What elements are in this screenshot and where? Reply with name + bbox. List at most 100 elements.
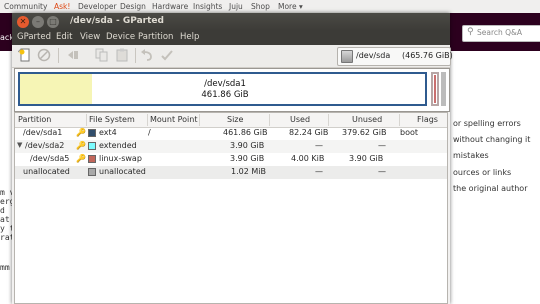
cell-used: 82.24 GiB (289, 128, 329, 137)
nav-shop[interactable]: Shop (251, 2, 270, 11)
nav-design[interactable]: Design (120, 2, 146, 11)
nav-community[interactable]: Community (4, 2, 47, 11)
cell-partition: unallocated (23, 167, 70, 176)
right-text-line: without changing it (453, 135, 531, 144)
cell-unused: — (378, 141, 386, 150)
partition-map-label: /dev/sda1 461.86 GiB (195, 79, 255, 101)
nav-insights[interactable]: Insights (193, 2, 222, 11)
device-size: (465.76 GiB) (402, 51, 453, 60)
cell-filesystem: linux-swap (99, 154, 142, 163)
partition-map-unallocated[interactable] (441, 72, 446, 106)
partition-map-swap[interactable] (434, 75, 436, 103)
menu-view[interactable]: View (80, 32, 100, 42)
left-text-line: y t (0, 224, 12, 233)
table-row[interactable]: /dev/sda5 🔑 linux-swap 3.90 GiB 4.00 KiB… (15, 153, 447, 166)
key-icon: 🔑 (76, 141, 86, 150)
cell-size: 1.02 MiB (231, 167, 266, 176)
table-row[interactable]: /dev/sda1 🔑 ext4 / 461.86 GiB 82.24 GiB … (15, 127, 447, 140)
search-input[interactable]: ⚲ Search Q&A (462, 25, 540, 42)
partition-map-name: /dev/sda1 (204, 79, 246, 89)
left-text-line: m v (0, 188, 12, 197)
menu-gparted[interactable]: GParted (17, 32, 51, 42)
disk-icon (341, 50, 353, 63)
cell-partition: /dev/sda5 (30, 154, 70, 163)
left-text-line: d (0, 206, 5, 215)
cell-size: 461.86 GiB (223, 128, 268, 137)
right-text-line: or spelling errors (453, 119, 521, 128)
fs-color-swatch (88, 168, 96, 176)
column-divider (328, 114, 329, 126)
partition-map-size: 461.86 GiB (201, 90, 249, 100)
cell-unused: — (378, 167, 386, 176)
toolbar-separator (58, 48, 59, 63)
cell-used: — (315, 141, 323, 150)
cell-partition: /dev/sda2 (25, 141, 65, 150)
column-header-mountpoint[interactable]: Mount Point (150, 115, 197, 124)
column-header-used[interactable]: Used (290, 115, 310, 124)
partition-map-extended[interactable] (431, 72, 439, 106)
partition-map: /dev/sda1 461.86 GiB (14, 68, 450, 112)
paste-icon[interactable] (115, 48, 129, 62)
cell-used: — (315, 167, 323, 176)
left-text-line: rat (0, 233, 12, 242)
used-space-bar (20, 74, 92, 104)
nav-more[interactable]: More ▾ (278, 2, 303, 11)
left-text-line: mm (0, 263, 10, 272)
column-header-partition[interactable]: Partition (18, 115, 51, 124)
nav-developer[interactable]: Developer (78, 2, 117, 11)
page-left-content: m v erg d at y t rat mm (0, 51, 12, 304)
cell-partition: /dev/sda1 (23, 128, 63, 137)
collapse-icon[interactable]: ▼ (17, 141, 22, 149)
cell-filesystem: unallocated (99, 167, 146, 176)
title-bar[interactable]: ✕ – □ /dev/sda - GParted (12, 13, 450, 31)
copy-icon[interactable] (95, 48, 109, 62)
column-divider (269, 114, 270, 126)
cell-size: 3.90 GiB (230, 141, 265, 150)
menu-bar: GParted Edit View Device Partition Help (12, 31, 450, 45)
cell-size: 3.90 GiB (230, 154, 265, 163)
fs-color-swatch (88, 129, 96, 137)
apply-icon[interactable] (160, 48, 174, 62)
column-header-size[interactable]: Size (227, 115, 243, 124)
cell-unused: 3.90 GiB (349, 154, 384, 163)
toolbar-separator (135, 48, 136, 63)
column-header-unused[interactable]: Unused (352, 115, 382, 124)
delete-icon[interactable] (37, 48, 51, 62)
new-icon[interactable] (18, 48, 32, 62)
search-icon: ⚲ (467, 27, 474, 37)
page-right-content: or spelling errors without changing it m… (450, 51, 540, 304)
nav-juju[interactable]: Juju (229, 2, 243, 11)
table-row[interactable]: ▼ /dev/sda2 🔑 extended 3.90 GiB — — (15, 140, 447, 153)
cell-used: 4.00 KiB (291, 154, 325, 163)
column-header-filesystem[interactable]: File System (89, 115, 135, 124)
close-icon[interactable]: ✕ (17, 16, 29, 28)
menu-partition[interactable]: Partition (138, 32, 173, 42)
gparted-window: ✕ – □ /dev/sda - GParted GParted Edit Vi… (12, 13, 453, 304)
minimize-icon[interactable]: – (32, 16, 44, 28)
device-name: /dev/sda (356, 51, 391, 60)
device-selector[interactable]: /dev/sda (465.76 GiB) (337, 47, 453, 66)
menu-help[interactable]: Help (180, 32, 199, 42)
column-header-flags[interactable]: Flags (417, 115, 438, 124)
right-text-line: ources or links (453, 168, 512, 177)
partition-table: Partition File System Mount Point Size U… (14, 112, 448, 304)
cell-filesystem: ext4 (99, 128, 117, 137)
key-icon: 🔑 (76, 128, 86, 137)
browser-nav-bar: Community Ask! Developer Design Hardware… (0, 0, 540, 14)
undo-icon[interactable] (140, 48, 154, 62)
menu-device[interactable]: Device (106, 32, 135, 42)
table-row[interactable]: unallocated unallocated 1.02 MiB — — (15, 166, 447, 179)
partition-map-sda1[interactable]: /dev/sda1 461.86 GiB (18, 72, 427, 106)
nav-ask[interactable]: Ask! (54, 2, 70, 11)
column-divider (199, 114, 200, 126)
search-placeholder: Search Q&A (477, 28, 523, 37)
column-divider (147, 114, 148, 126)
resize-icon[interactable] (66, 48, 80, 62)
left-text-line: erg (0, 197, 12, 206)
maximize-icon[interactable]: □ (47, 16, 59, 28)
right-text-line: mistakes (453, 151, 489, 160)
fs-color-swatch (88, 155, 96, 163)
nav-hardware[interactable]: Hardware (152, 2, 188, 11)
menu-edit[interactable]: Edit (56, 32, 72, 42)
toolbar: /dev/sda (465.76 GiB) (12, 45, 453, 68)
